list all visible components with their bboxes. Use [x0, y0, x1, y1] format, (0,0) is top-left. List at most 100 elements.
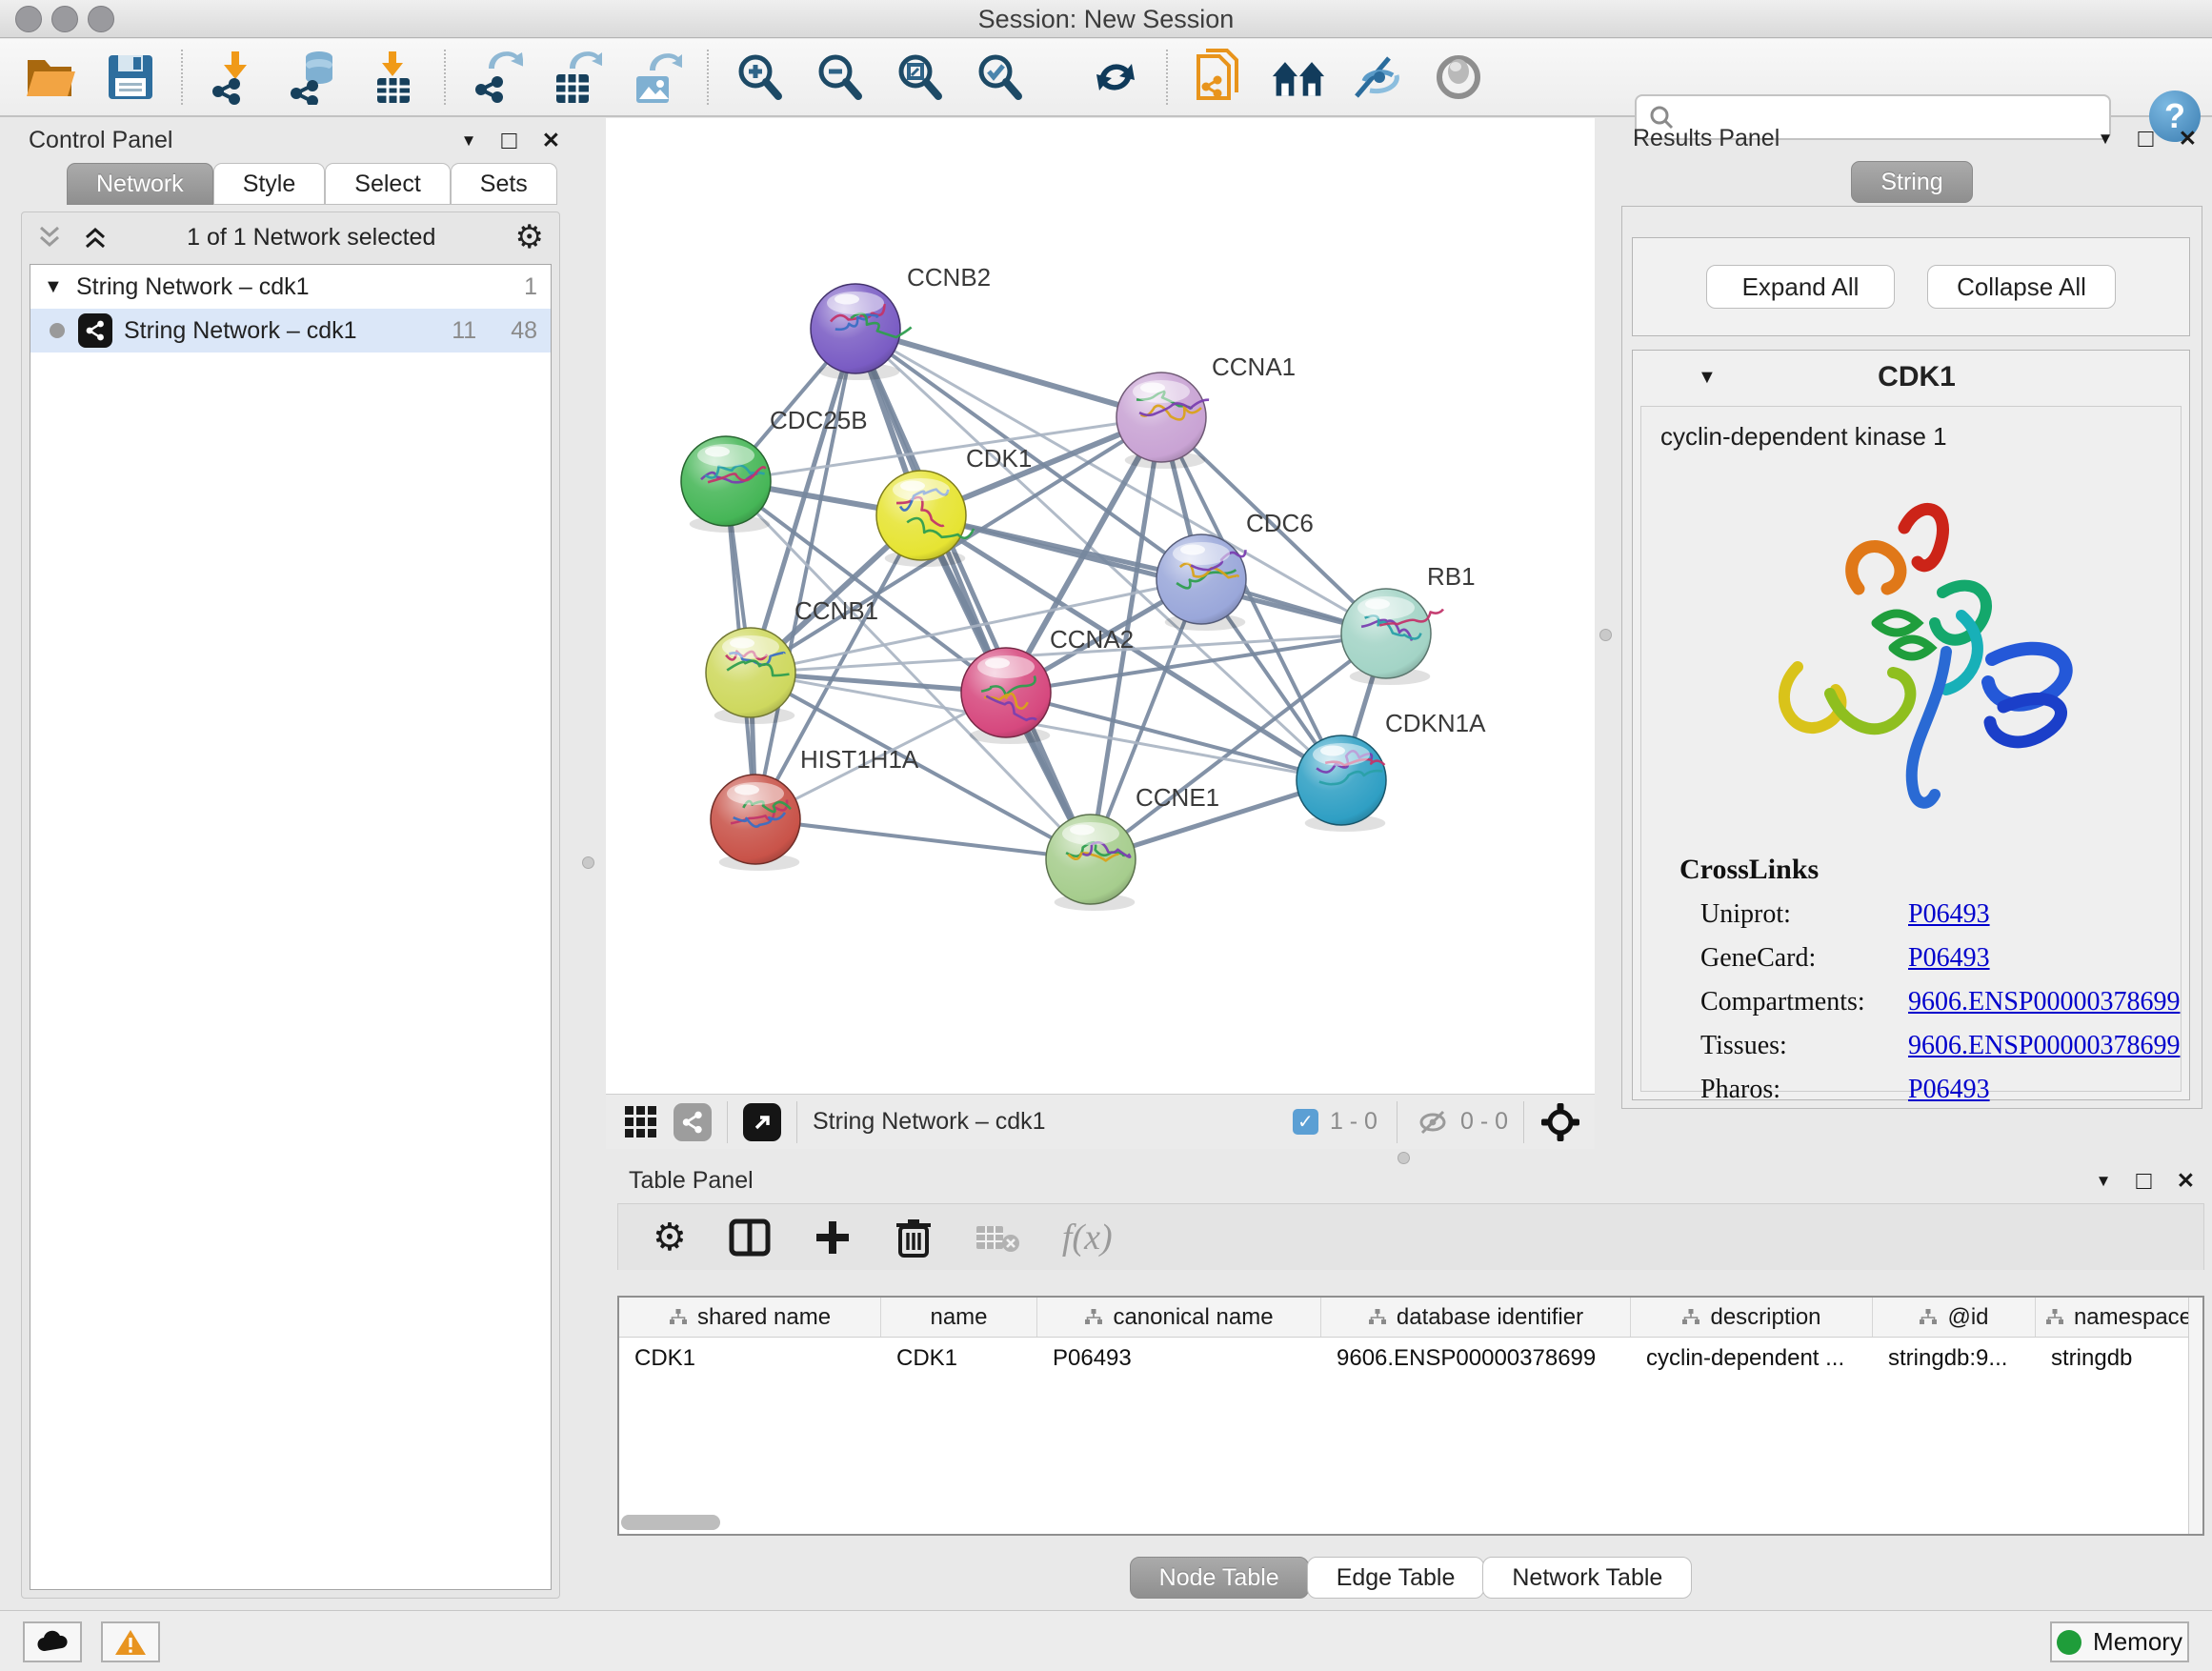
add-column-icon[interactable]	[813, 1218, 853, 1258]
network-edge[interactable]	[921, 515, 1386, 634]
table-horizontal-scrollbar[interactable]	[621, 1515, 720, 1530]
panel-float-icon[interactable]: □	[2138, 124, 2153, 153]
network-node-CCNB1[interactable]	[706, 628, 795, 724]
zoom-selected-icon[interactable]	[972, 50, 1027, 105]
import-network-database-icon[interactable]	[286, 50, 341, 105]
network-row[interactable]: String Network – cdk1 11 48	[30, 309, 551, 352]
crosslink-row: Compartments:9606.ENSP00000378699	[1700, 987, 2181, 1017]
crosslink-link[interactable]: P06493	[1908, 899, 1990, 930]
network-node-label: CCNB1	[794, 596, 878, 625]
navigate-crosshair-icon[interactable]	[1539, 1101, 1581, 1143]
zoom-in-icon[interactable]	[732, 50, 787, 105]
show-columns-icon[interactable]	[729, 1217, 771, 1258]
gene-disclosure-icon[interactable]: ▼	[1698, 367, 1730, 389]
table-cell[interactable]: cyclin-dependent ...	[1631, 1338, 1873, 1379]
network-view[interactable]: CCNB2CCNA1CDC25BCDK1CDC6RB1CCNB1CCNA2CDK…	[606, 118, 1595, 1094]
delete-column-icon[interactable]	[895, 1216, 933, 1259]
network-edge[interactable]	[755, 819, 1091, 859]
collapse-all-icon[interactable]	[37, 224, 62, 251]
table-cell[interactable]: P06493	[1037, 1338, 1321, 1379]
birds-eye-view-icon[interactable]	[625, 1106, 656, 1137]
column-header-shared-name[interactable]: shared name	[619, 1298, 881, 1337]
table-options-gear-icon[interactable]: ⚙	[653, 1216, 687, 1259]
tab-select[interactable]: Select	[325, 163, 450, 205]
detach-view-icon[interactable]	[743, 1103, 781, 1141]
panel-float-icon[interactable]: □	[2136, 1166, 2151, 1196]
column-header-description[interactable]: description	[1631, 1298, 1873, 1337]
network-node-HIST1H1A[interactable]	[711, 775, 800, 871]
crosslink-link[interactable]: P06493	[1908, 943, 1990, 974]
open-session-icon[interactable]	[23, 50, 78, 105]
right-splitter-handle[interactable]	[1599, 629, 1612, 641]
memory-button[interactable]: Memory	[2050, 1621, 2189, 1662]
cloud-button[interactable]	[23, 1621, 82, 1662]
network-node-CDC6[interactable]	[1156, 534, 1246, 631]
warning-button[interactable]	[101, 1621, 160, 1662]
network-node-CCNA2[interactable]	[961, 648, 1051, 744]
string-view-icon[interactable]	[674, 1103, 712, 1141]
tab-node-table[interactable]: Node Table	[1130, 1557, 1309, 1599]
network-node-CCNA1[interactable]	[1116, 372, 1209, 469]
crosslink-row: GeneCard:P06493	[1700, 943, 2181, 974]
table-cell[interactable]: stringdb:9...	[1873, 1338, 2036, 1379]
glass-sphere-icon[interactable]	[1431, 50, 1486, 105]
column-header-canonical-name[interactable]: canonical name	[1037, 1298, 1321, 1337]
panel-close-icon[interactable]: ✕	[2177, 1168, 2195, 1194]
import-network-file-icon[interactable]	[206, 50, 261, 105]
network-node-CDK1[interactable]	[876, 471, 974, 567]
column-header-database-identifier[interactable]: database identifier	[1321, 1298, 1631, 1337]
string-home-icon[interactable]	[1271, 50, 1326, 105]
panel-collapse-icon[interactable]: ▼	[2098, 130, 2114, 149]
node-table[interactable]: shared namenamecanonical namedatabase id…	[617, 1296, 2204, 1536]
network-node-CDC25B[interactable]	[681, 436, 771, 533]
table-cell[interactable]: stringdb	[2036, 1338, 2202, 1379]
tab-sets[interactable]: Sets	[451, 163, 557, 205]
bottom-splitter-handle[interactable]	[1398, 1152, 1410, 1164]
selected-checkbox-icon[interactable]: ✓	[1293, 1109, 1318, 1135]
export-image-icon[interactable]	[629, 50, 684, 105]
table-vertical-scrollbar[interactable]	[2188, 1298, 2202, 1534]
save-session-icon[interactable]	[103, 50, 158, 105]
column-header-@id[interactable]: @id	[1873, 1298, 2036, 1337]
collection-disclosure-icon[interactable]: ▼	[44, 276, 76, 298]
string-import-icon[interactable]	[1191, 50, 1246, 105]
tab-network-table[interactable]: Network Table	[1482, 1557, 1692, 1599]
crosslink-link[interactable]: 9606.ENSP00000378699	[1908, 1031, 2180, 1061]
tab-network[interactable]: Network	[67, 163, 213, 205]
string-results-content: Expand All Collapse All ▼ CDK1 cyclin-de…	[1621, 206, 2202, 1109]
expand-all-icon[interactable]	[83, 224, 108, 251]
panel-close-icon[interactable]: ✕	[542, 128, 560, 153]
panel-collapse-icon[interactable]: ▼	[2096, 1172, 2112, 1191]
tab-style[interactable]: Style	[213, 163, 326, 205]
table-row[interactable]: CDK1CDK1P064939606.ENSP00000378699cyclin…	[619, 1338, 2202, 1379]
table-cell[interactable]: 9606.ENSP00000378699	[1321, 1338, 1631, 1379]
column-header-name[interactable]: name	[881, 1298, 1037, 1337]
panel-close-icon[interactable]: ✕	[2179, 126, 2197, 151]
network-node-CCNE1[interactable]	[1046, 815, 1136, 911]
table-cell[interactable]: CDK1	[619, 1338, 881, 1379]
network-edge[interactable]	[855, 329, 1091, 859]
network-node-CDKN1A[interactable]	[1297, 735, 1386, 832]
expand-all-button[interactable]: Expand All	[1706, 265, 1895, 309]
apply-layout-icon[interactable]	[1088, 50, 1143, 105]
column-header-namespace[interactable]: namespace	[2036, 1298, 2202, 1337]
panel-float-icon[interactable]: □	[501, 126, 516, 155]
tab-edge-table[interactable]: Edge Table	[1307, 1557, 1485, 1599]
zoom-fit-icon[interactable]	[892, 50, 947, 105]
export-table-icon[interactable]	[549, 50, 604, 105]
network-collection-row[interactable]: ▼ String Network – cdk1 1	[30, 265, 551, 309]
import-table-icon[interactable]	[366, 50, 421, 105]
collapse-all-button[interactable]: Collapse All	[1927, 265, 2116, 309]
crosslink-link[interactable]: P06493	[1908, 1075, 1990, 1105]
tab-string[interactable]: String	[1851, 161, 1972, 203]
network-options-gear-icon[interactable]: ⚙	[515, 218, 544, 256]
network-node-RB1[interactable]	[1341, 589, 1443, 685]
crosslink-link[interactable]: 9606.ENSP00000378699	[1908, 987, 2180, 1017]
panel-collapse-icon[interactable]: ▼	[461, 131, 477, 151]
enhanced-labels-icon[interactable]	[1351, 50, 1406, 105]
left-splitter-handle[interactable]	[582, 856, 594, 869]
table-cell[interactable]: CDK1	[881, 1338, 1037, 1379]
network-canvas[interactable]: CCNB2CCNA1CDC25BCDK1CDC6RB1CCNB1CCNA2CDK…	[606, 118, 1595, 1094]
zoom-out-icon[interactable]	[812, 50, 867, 105]
export-network-icon[interactable]	[469, 50, 524, 105]
